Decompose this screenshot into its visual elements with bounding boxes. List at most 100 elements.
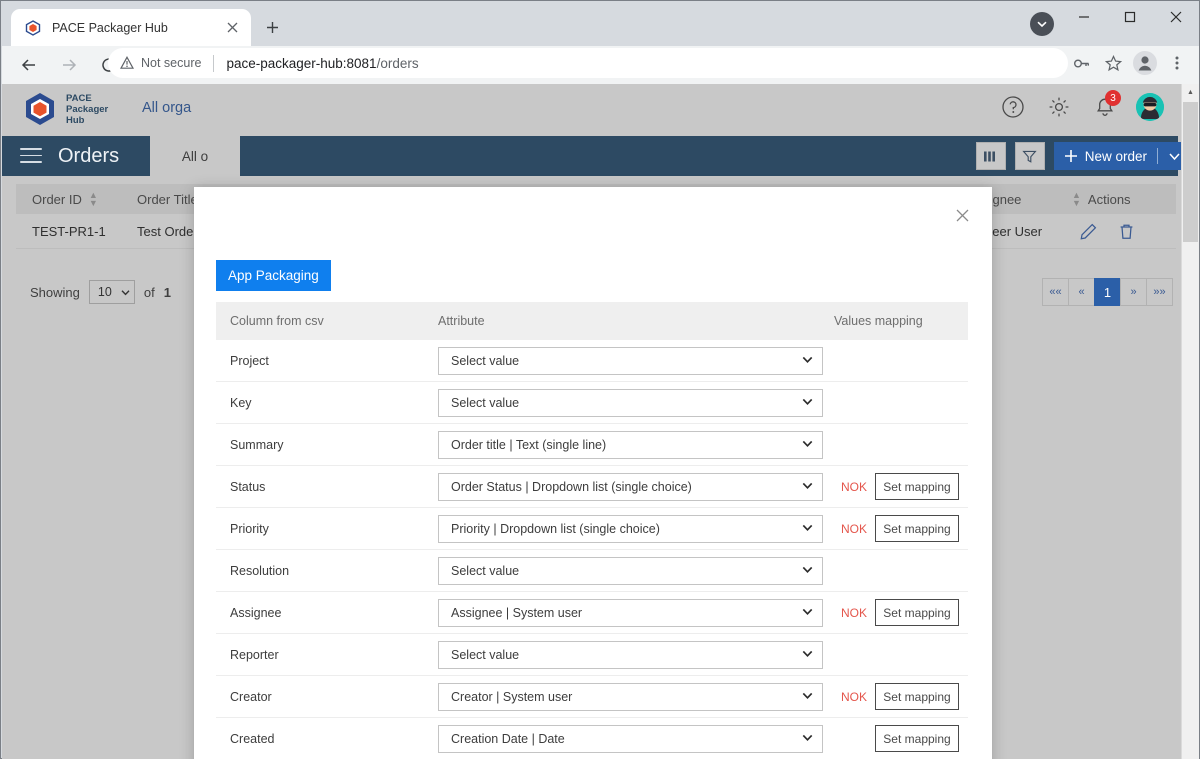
chevron-down-icon (802, 564, 813, 578)
plus-icon (1064, 150, 1077, 162)
app-brand[interactable]: PACE Packager Hub (22, 91, 108, 127)
column-actions[interactable]: ▲ ▼ Actions (1056, 191, 1176, 208)
pace-cube-logo-icon (26, 93, 54, 125)
attribute-select[interactable]: Select value (438, 388, 823, 417)
delete-trash-icon[interactable] (1118, 223, 1135, 240)
set-mapping-button[interactable]: Set mapping (875, 725, 959, 752)
attribute-select[interactable]: Creation Date | Date (438, 724, 823, 753)
csv-column-label: Resolution (230, 563, 290, 578)
mapping-status-badge: NOK (840, 479, 867, 494)
chevron-down-icon (802, 396, 813, 410)
filter-funnel-icon[interactable] (1014, 142, 1045, 170)
attribute-select-value: Select value (451, 395, 520, 410)
url-text: pace-packager-hub:8081/orders (226, 56, 418, 71)
columns-icon[interactable] (975, 142, 1006, 170)
attribute-select-value: Creation Date | Date (451, 731, 565, 746)
scroll-up-icon[interactable]: ▲ (1182, 84, 1199, 101)
user-avatar-icon[interactable] (1136, 93, 1164, 121)
chevron-down-icon (1169, 152, 1180, 160)
attribute-select-value: Creator | System user (451, 689, 573, 704)
csv-mapping-row: ResolutionSelect valueSet mapping (216, 550, 968, 592)
cell-order-id: TEST-PR1-1 (32, 223, 106, 239)
column-order-id[interactable]: Order ID ▲ ▼ (16, 191, 121, 208)
set-mapping-button[interactable]: Set mapping (875, 473, 959, 500)
attribute-select[interactable]: Order Status | Dropdown list (single cho… (438, 472, 823, 501)
showing-label: Showing (30, 284, 80, 300)
set-mapping-button[interactable]: Set mapping (875, 515, 959, 542)
security-status[interactable]: Not secure (120, 56, 201, 70)
chevron-down-icon (121, 289, 130, 295)
hamburger-menu-icon[interactable] (20, 148, 42, 164)
edit-pencil-icon[interactable] (1080, 223, 1097, 240)
attribute-select[interactable]: Creator | System user (438, 682, 823, 711)
window-controls (1061, 1, 1199, 46)
column-label: Order ID (32, 191, 82, 207)
brand-line-1: PACE (66, 92, 92, 104)
column-label: Actions (1087, 191, 1131, 207)
attribute-select-value: Assignee | System user (451, 605, 583, 620)
of-label: of (143, 284, 155, 300)
close-icon[interactable] (221, 17, 243, 39)
csv-mapping-rows: Project Select value Set mapping Key Select … (216, 340, 968, 759)
pagination-first[interactable]: «« (1042, 278, 1069, 306)
sort-icon[interactable]: ▲▼ (1072, 191, 1081, 208)
csv-mapping-row: Created Creation Date | Date Set mapping (216, 718, 968, 759)
close-icon[interactable] (951, 204, 973, 226)
attribute-select[interactable]: Select value (438, 640, 823, 669)
attribute-select[interactable]: Priority | Dropdown list (single choice) (438, 514, 823, 543)
tab-all-orders[interactable]: All o (150, 136, 240, 176)
browser-tab-title: PACE Packager Hub (52, 20, 168, 35)
back-arrow-icon[interactable] (12, 48, 46, 82)
new-tab-button[interactable] (259, 14, 285, 40)
chevron-down-icon (802, 690, 813, 704)
csv-mapping-row: ReporterSelect valueSet mapping (216, 634, 968, 676)
profile-avatar-icon[interactable] (1030, 12, 1054, 36)
new-order-divider (1157, 148, 1158, 164)
page-title: Orders (58, 145, 120, 167)
gear-icon[interactable] (1044, 92, 1074, 122)
close-icon[interactable] (1153, 1, 1199, 33)
csv-column-label: Creator (230, 689, 272, 704)
pagination-page-1[interactable]: 1 (1094, 278, 1121, 306)
rows-per-page-select[interactable]: 10 (88, 280, 135, 304)
address-bar[interactable]: Not secure pace-packager-hub:8081/orders (108, 48, 1068, 78)
key-icon[interactable] (1065, 48, 1097, 78)
set-mapping-button[interactable]: Set mapping (875, 599, 959, 626)
browser-window: PACE Packager Hub Not secure pace-packag… (0, 0, 1200, 759)
star-icon[interactable] (1097, 48, 1129, 78)
bell-icon[interactable]: 3 (1090, 90, 1121, 122)
kebab-menu-icon[interactable] (1161, 48, 1193, 78)
csv-mapping-row: KeySelect valueSet mapping (216, 382, 968, 424)
scrollbar-thumb[interactable] (1183, 102, 1198, 242)
csv-column-label: Assignee (230, 605, 282, 620)
chevron-down-icon (802, 732, 813, 746)
profile-icon[interactable] (1129, 48, 1161, 78)
page-scrollbar[interactable]: ▲ (1181, 84, 1199, 759)
browser-tab[interactable]: PACE Packager Hub (11, 9, 251, 46)
header-attribute: Attribute (438, 314, 485, 328)
attribute-select[interactable]: Assignee | System user (438, 598, 823, 627)
pagination-prev[interactable]: « (1068, 278, 1095, 306)
chevron-down-icon (802, 606, 813, 620)
mapping-status-badge: NOK (840, 521, 867, 536)
attribute-select[interactable]: Order title | Text (single line) (438, 430, 823, 459)
attribute-select[interactable]: Select value (438, 556, 823, 585)
minimize-icon[interactable] (1061, 1, 1107, 33)
attribute-select[interactable]: Select value (438, 346, 823, 375)
pagination-last[interactable]: »» (1146, 278, 1173, 306)
pagination-next[interactable]: » (1120, 278, 1147, 306)
new-order-button[interactable]: New order (1053, 142, 1191, 170)
tab-app-packaging[interactable]: App Packaging (216, 260, 331, 291)
all-organizations-link[interactable]: All orga (142, 100, 191, 116)
sort-icon[interactable]: ▲▼ (89, 191, 98, 208)
csv-column-label: Created (230, 731, 275, 746)
set-mapping-button[interactable]: Set mapping (875, 683, 959, 710)
column-label: Order Title (137, 191, 198, 207)
import-orders-modal: Import orders from CSV App Packaging Col… (194, 187, 992, 759)
csv-column-label: Key (230, 395, 252, 410)
csv-mapping-row: ProjectSelect valueSet mapping (216, 340, 968, 382)
csv-mapping-row: SummaryOrder title | Text (single line)S… (216, 424, 968, 466)
question-circle-icon[interactable] (998, 92, 1028, 122)
maximize-icon[interactable] (1107, 1, 1153, 33)
forward-arrow-icon (52, 48, 86, 82)
